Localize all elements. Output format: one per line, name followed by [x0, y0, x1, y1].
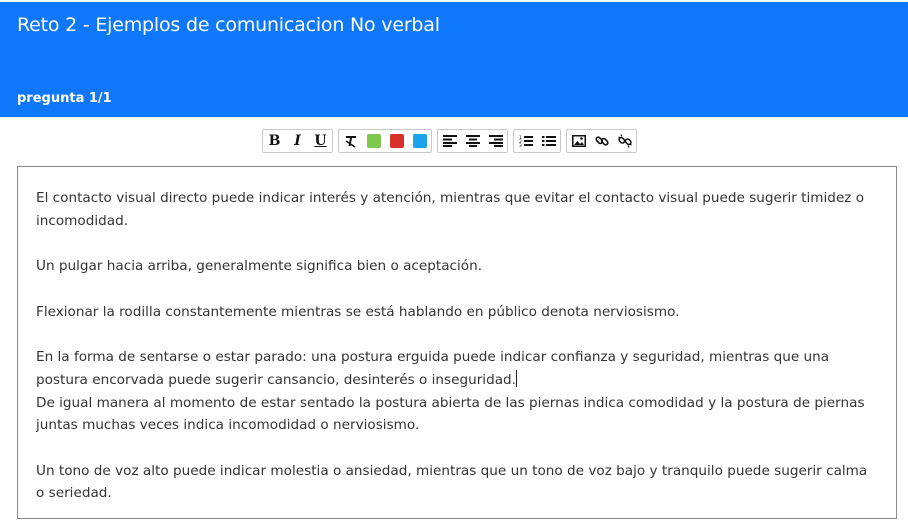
answer-editor[interactable]: El contacto visual directo puede indicar…: [17, 166, 897, 519]
italic-label: I: [294, 133, 301, 149]
clear-format-icon: [345, 136, 356, 148]
color-blue-button[interactable]: [408, 130, 431, 152]
clear-format-button[interactable]: [339, 130, 362, 152]
header-bar: Reto 2 - Ejemplos de comunicacion No ver…: [0, 2, 908, 117]
bold-button[interactable]: B: [263, 130, 286, 152]
red-swatch: [389, 134, 404, 148]
image-icon: [571, 135, 586, 147]
align-right-button[interactable]: [484, 130, 507, 152]
editor-paragraph: De igual manera al momento de estar sent…: [36, 394, 865, 434]
color-green-button[interactable]: [362, 130, 385, 152]
editor-paragraph-with-caret: En la forma de sentarse o estar parado: …: [36, 346, 878, 391]
question-label: pregunta: [17, 91, 85, 106]
bullet-list-icon: [541, 136, 556, 146]
bullet-list-button[interactable]: [537, 130, 560, 152]
svg-text:3: 3: [519, 143, 522, 147]
insert-image-button[interactable]: [567, 130, 590, 152]
align-group: [437, 129, 508, 153]
green-swatch: [366, 134, 381, 148]
question-counter: pregunta 1/1: [17, 91, 112, 106]
align-right-icon: [488, 135, 503, 147]
editor-paragraph: Un tono de voz alto puede indicar molest…: [36, 462, 868, 502]
align-left-icon: [442, 135, 457, 147]
editor-paragraph: En la forma de sentarse o estar parado: …: [36, 349, 830, 388]
numbered-list-icon: 1 2 3: [519, 135, 533, 147]
text-caret: [515, 369, 517, 387]
bold-label: B: [268, 133, 281, 149]
numbered-list-button[interactable]: 1 2 3: [514, 130, 537, 152]
color-red-button[interactable]: [385, 130, 408, 152]
italic-button[interactable]: I: [286, 130, 309, 152]
link-icon: [594, 136, 609, 146]
unlink-icon: [617, 134, 632, 148]
list-group: 1 2 3: [513, 129, 561, 153]
remove-link-button[interactable]: [613, 130, 636, 152]
blue-swatch: [412, 134, 427, 148]
align-center-button[interactable]: [461, 130, 484, 152]
editor-toolbar: B I U 1 2 3: [262, 129, 637, 153]
underline-label: U: [314, 133, 327, 149]
color-group: [338, 129, 432, 153]
editor-paragraph: Flexionar la rodilla constantemente mien…: [36, 303, 680, 320]
underline-button[interactable]: U: [309, 130, 332, 152]
insert-group: [566, 129, 637, 153]
text-style-group: B I U: [262, 129, 333, 153]
page-title: Reto 2 - Ejemplos de comunicacion No ver…: [17, 14, 440, 36]
align-left-button[interactable]: [438, 130, 461, 152]
editor-paragraph: Un pulgar hacia arriba, generalmente sig…: [36, 258, 483, 275]
align-center-icon: [465, 135, 480, 147]
editor-paragraph: El contacto visual directo puede indicar…: [36, 190, 865, 229]
insert-link-button[interactable]: [590, 130, 613, 152]
question-count: 1/1: [88, 91, 112, 106]
